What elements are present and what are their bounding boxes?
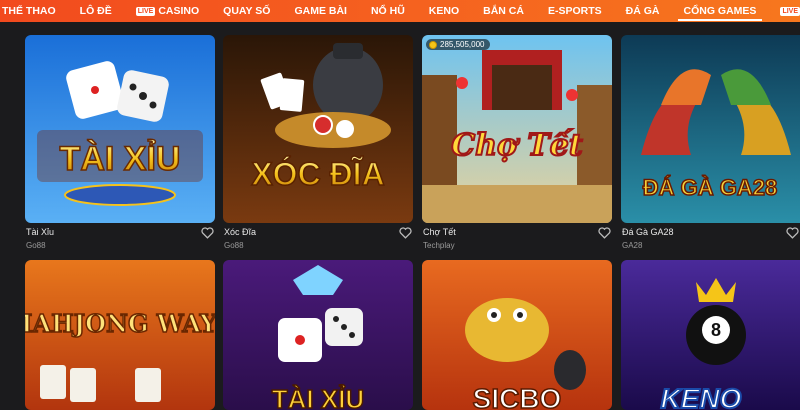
nav-item-the-thao[interactable]: THỂ THAO <box>0 0 68 22</box>
top-navigation: THỂ THAO LÔ ĐỀ LIVE CASINO QUAY SỐ GAME B… <box>0 0 800 22</box>
svg-text:8: 8 <box>711 320 721 340</box>
game-grid: TÀI XỈU Tài Xỉu Go88 XÓC ĐĨA Xóc Đĩa Go8… <box>0 22 800 410</box>
game-thumbnail[interactable]: 8 KENO <box>621 260 800 410</box>
game-thumbnail[interactable]: ĐÁ GÀ GA28 <box>621 35 800 223</box>
nav-item-da-ga[interactable]: ĐÁ GÀ <box>614 0 672 22</box>
nav-item-keno[interactable]: KENO <box>417 0 471 22</box>
art-title: MAHJONG WAYS <box>25 309 215 338</box>
game-card-cho-tet[interactable]: Chợ Tết 285,505,000 Chợ Tết Techplay <box>422 35 612 259</box>
nav-item-cong-games[interactable]: CỔNG GAMES <box>672 0 769 22</box>
game-card-mahjong-ways[interactable]: MAHJONG WAYS <box>25 260 215 410</box>
game-name: Tài Xỉu <box>26 227 55 237</box>
live-badge: LIVE <box>780 6 800 16</box>
heart-outline-icon[interactable] <box>399 227 412 239</box>
game-card-tai-xiu[interactable]: TÀI XỈU Tài Xỉu Go88 <box>25 35 215 259</box>
game-thumbnail[interactable]: Chợ Tết 285,505,000 <box>422 35 612 223</box>
game-card-tai-xiu-2[interactable]: TÀI XỈU <box>223 260 413 410</box>
heart-outline-icon[interactable] <box>598 227 611 239</box>
nav-item-no-hu[interactable]: NỔ HŨ <box>359 0 417 22</box>
jackpot-badge: 285,505,000 <box>426 39 490 50</box>
nav-item-lo-de[interactable]: LÔ ĐỀ <box>68 0 124 22</box>
nav-item-quay-so[interactable]: QUAY SỐ <box>211 0 282 22</box>
nav-item-game-bai[interactable]: GAME BÀI <box>282 0 359 22</box>
game-provider: Go88 <box>26 241 46 250</box>
game-thumbnail[interactable]: MAHJONG WAYS <box>25 260 215 410</box>
art-title: XÓC ĐĨA <box>251 156 384 192</box>
art-title: ĐÁ GÀ GA28 <box>643 175 777 200</box>
coin-icon <box>429 40 437 49</box>
game-name: Xóc Đĩa <box>224 227 257 237</box>
jackpot-amount: 285,505,000 <box>440 40 485 49</box>
nav-item-casino[interactable]: LIVE CASINO <box>124 0 211 22</box>
game-provider: GA28 <box>622 241 643 250</box>
game-thumbnail[interactable]: TÀI XỈU <box>25 35 215 223</box>
nav-label: THỂ THAO <box>2 5 56 17</box>
nav-label: BẮN CÁ <box>483 5 524 17</box>
nav-label: GAME BÀI <box>294 5 347 17</box>
game-thumbnail[interactable]: XÓC ĐĨA <box>223 35 413 223</box>
art-title: TÀI XỈU <box>272 384 364 410</box>
nav-item-e-sports[interactable]: E-SPORTS <box>536 0 614 22</box>
nav-label: LÔ ĐỀ <box>79 5 112 17</box>
game-card-keno[interactable]: 8 KENO <box>621 260 800 410</box>
live-badge: LIVE <box>135 6 156 16</box>
nav-label: CASINO <box>158 5 200 17</box>
game-name: Chợ Tết <box>423 227 456 237</box>
game-thumbnail[interactable]: TÀI XỈU <box>223 260 413 410</box>
nav-label: KENO <box>428 5 460 17</box>
game-card-sicbo[interactable]: SICBO <box>422 260 612 410</box>
nav-item-live[interactable]: LIVE <box>768 0 800 22</box>
nav-label: NỔ HŨ <box>370 5 405 17</box>
game-name: Đá Gà GA28 <box>622 227 674 237</box>
heart-outline-icon[interactable] <box>786 227 799 239</box>
nav-label: QUAY SỐ <box>223 5 271 17</box>
nav-label: CỔNG GAMES <box>683 5 757 17</box>
heart-outline-icon[interactable] <box>201 227 214 239</box>
art-title: KENO <box>661 383 742 410</box>
game-thumbnail[interactable]: SICBO <box>422 260 612 410</box>
game-provider: Go88 <box>224 241 244 250</box>
nav-label: E-SPORTS <box>547 5 602 17</box>
art-title: Chợ Tết <box>451 128 583 163</box>
art-title: TÀI XỈU <box>60 140 181 178</box>
nav-item-ban-ca[interactable]: BẮN CÁ <box>471 0 536 22</box>
game-provider: Techplay <box>423 241 455 250</box>
art-title: SICBO <box>473 383 562 410</box>
nav-label: ĐÁ GÀ <box>625 5 660 17</box>
game-card-da-ga-ga28[interactable]: ĐÁ GÀ GA28 Đá Gà GA28 GA28 <box>621 35 800 259</box>
game-card-xoc-dia[interactable]: XÓC ĐĨA Xóc Đĩa Go88 <box>223 35 413 259</box>
